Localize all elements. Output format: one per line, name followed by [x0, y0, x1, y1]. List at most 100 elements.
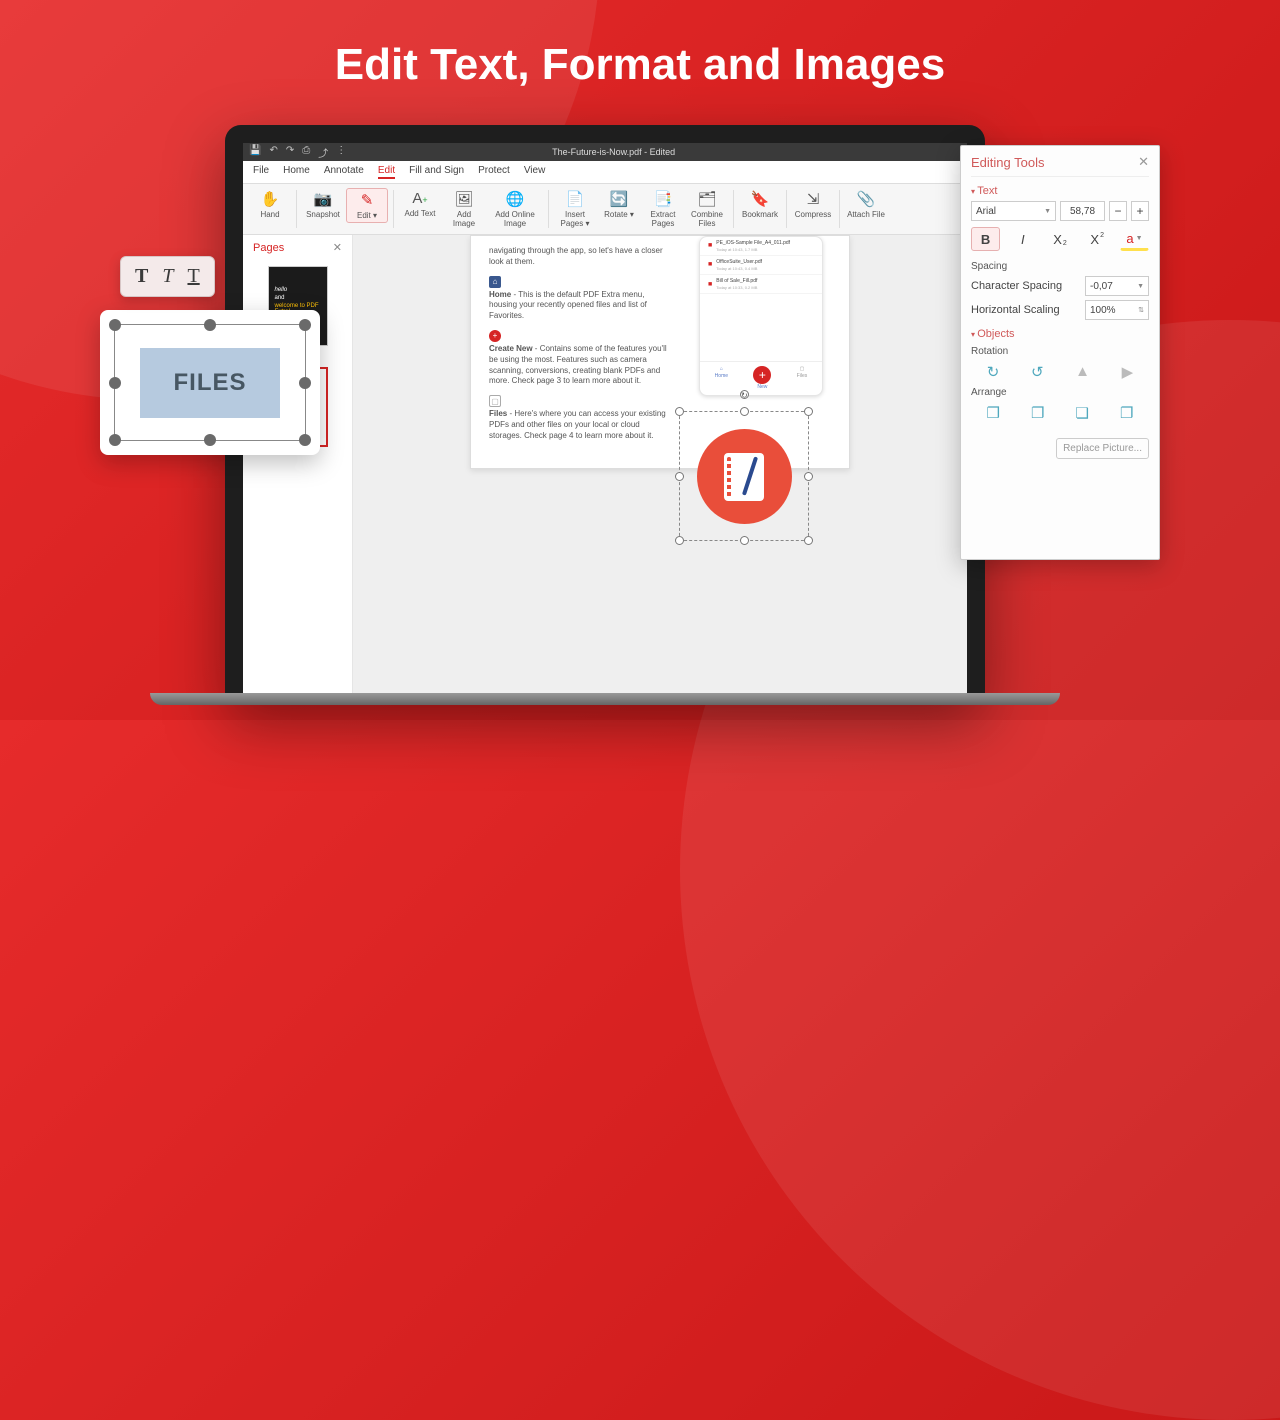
page-insert-icon: 📄 [566, 190, 585, 208]
phone-tab-files[interactable]: ▢Files [797, 366, 808, 391]
redo-icon[interactable]: ↷ [286, 145, 294, 160]
document-area: navigating through the app, so let's hav… [353, 235, 967, 705]
pages-title: Pages [253, 242, 284, 254]
ribbon-bookmark[interactable]: 🔖Bookmark [739, 188, 781, 221]
image-selection[interactable]: FILES [114, 324, 306, 441]
text-plus-icon: A+ [412, 190, 427, 207]
text-style-popup: T T T [120, 256, 215, 297]
pencil-icon: ✎ [361, 191, 374, 209]
camera-icon: 📷 [314, 190, 333, 208]
label-char-spacing: Character Spacing [971, 280, 1062, 292]
ribbon-extract[interactable]: 📑Extract Pages [642, 188, 684, 230]
menu-edit[interactable]: Edit [378, 165, 395, 179]
undo-icon[interactable]: ↶ [269, 145, 277, 160]
rotate-ccw-icon[interactable]: ↺ [1031, 363, 1044, 381]
font-family-select[interactable]: Arial▼ [971, 201, 1056, 221]
send-backward-icon[interactable]: ❏ [1076, 404, 1089, 422]
char-spacing-input[interactable]: -0,07▼ [1085, 276, 1149, 296]
image-plus-icon: 🖼 [454, 190, 473, 208]
ribbon-attach[interactable]: 📎Attach File [845, 188, 887, 221]
ribbon-compress[interactable]: ⇲Compress [792, 188, 834, 221]
flip-v-icon[interactable]: ▶ [1122, 363, 1134, 381]
send-back-icon[interactable]: ❐ [1120, 404, 1133, 422]
print-icon[interactable]: ⎙ [302, 145, 310, 160]
label-spacing: Spacing [971, 261, 1149, 272]
close-icon[interactable]: ✕ [1138, 154, 1149, 170]
paperclip-icon: 📎 [857, 190, 876, 208]
web-image-icon: 🌐 [506, 190, 525, 208]
pages-panel: Pages ✕ hello and welcome to PDF Extra! … [243, 235, 353, 705]
plus-icon: + [489, 330, 501, 342]
more-icon[interactable]: ⋮ [336, 145, 346, 160]
ribbon-add-image[interactable]: 🖼Add Image [443, 188, 485, 230]
font-size-decrease[interactable]: − [1109, 201, 1127, 221]
pdf-icon: ■ [708, 280, 712, 289]
text-bold-icon[interactable]: T [135, 265, 148, 288]
selected-image[interactable]: ↻ [679, 411, 809, 541]
title-bar: 💾 ↶ ↷ ⎙ ⤴ ⋮ The-Future-is-Now.pdf - Edit… [243, 143, 967, 161]
section-text[interactable]: Text [971, 185, 1149, 197]
menu-file[interactable]: File [253, 165, 269, 179]
phone-tab-home[interactable]: ⌂Home [715, 366, 728, 391]
superscript-button[interactable]: X2 [1083, 227, 1112, 251]
flip-h-icon[interactable]: ▲ [1075, 363, 1090, 381]
ribbon-add-online-image[interactable]: 🌐Add Online Image [487, 188, 543, 230]
ribbon: ✋Hand 📷Snapshot ✎Edit ▾ A+Add Text 🖼Add … [243, 184, 967, 235]
italic-button[interactable]: I [1008, 227, 1037, 251]
rotate-icon: 🔄 [610, 190, 629, 208]
font-size-input[interactable]: 58,78 [1060, 201, 1105, 221]
section-objects[interactable]: Objects [971, 328, 1149, 340]
highlight-button[interactable]: a▼ [1120, 227, 1149, 251]
laptop-frame: 💾 ↶ ↷ ⎙ ⤴ ⋮ The-Future-is-Now.pdf - Edit… [225, 125, 985, 705]
ribbon-edit[interactable]: ✎Edit ▾ [346, 188, 388, 223]
share-icon[interactable]: ⤴ [318, 145, 328, 160]
phone-tab-new[interactable]: +New [753, 366, 771, 391]
menu-bar: File Home Annotate Edit Fill and Sign Pr… [243, 161, 967, 184]
save-icon[interactable]: 💾 [249, 145, 261, 160]
label-arrange: Arrange [971, 387, 1149, 398]
hscaling-input[interactable]: 100%⇅ [1085, 300, 1149, 320]
menu-annotate[interactable]: Annotate [324, 165, 364, 179]
combine-icon: 🗂 [697, 190, 716, 208]
replace-picture-button[interactable]: Replace Picture... [1056, 438, 1149, 459]
menu-view[interactable]: View [524, 165, 546, 179]
files-selection-popup: FILES [100, 310, 320, 455]
menu-home[interactable]: Home [283, 165, 310, 179]
rotate-cw-icon[interactable]: ↻ [987, 363, 1000, 381]
chevron-down-icon: ▼ [1044, 208, 1051, 215]
close-icon[interactable]: ✕ [333, 241, 342, 254]
pdf-icon: ■ [708, 260, 712, 269]
ribbon-hand[interactable]: ✋Hand [249, 188, 291, 221]
folder-icon: ▢ [489, 395, 501, 407]
bookmark-icon: 🔖 [751, 190, 770, 208]
ribbon-rotate[interactable]: 🔄Rotate ▾ [598, 188, 640, 221]
editing-tools-panel: Editing Tools ✕ Text Arial▼ 58,78 − + B … [960, 145, 1160, 560]
subscript-button[interactable]: X2 [1045, 227, 1074, 251]
app-screen: 💾 ↶ ↷ ⎙ ⤴ ⋮ The-Future-is-Now.pdf - Edit… [243, 143, 967, 705]
font-size-increase[interactable]: + [1131, 201, 1149, 221]
bold-button[interactable]: B [971, 227, 1000, 251]
bring-forward-icon[interactable]: ❐ [1031, 404, 1044, 422]
menu-protect[interactable]: Protect [478, 165, 510, 179]
text-underline-icon[interactable]: T [187, 265, 199, 288]
ribbon-add-text[interactable]: A+Add Text [399, 188, 441, 220]
bring-front-icon[interactable]: ❒ [987, 404, 1000, 422]
document-page[interactable]: navigating through the app, so let's hav… [470, 235, 850, 469]
ribbon-insert-pages[interactable]: 📄Insert Pages ▾ [554, 188, 596, 230]
hand-icon: ✋ [261, 190, 280, 208]
files-label: FILES [140, 348, 280, 418]
ribbon-combine[interactable]: 🗂Combine Files [686, 188, 728, 230]
text-italic-icon[interactable]: T [162, 265, 173, 288]
home-icon: ⌂ [489, 276, 501, 288]
panel-title: Editing Tools [971, 155, 1044, 170]
compress-icon: ⇲ [807, 190, 820, 208]
label-rotation: Rotation [971, 346, 1149, 357]
window-title: The-Future-is-Now.pdf - Edited [552, 147, 675, 157]
phone-preview: ■PE_iOS-Sample File_A4_011.pdfToday at 1… [699, 236, 823, 396]
laptop-base [150, 693, 1060, 705]
menu-fillsign[interactable]: Fill and Sign [409, 165, 464, 179]
ribbon-snapshot[interactable]: 📷Snapshot [302, 188, 344, 221]
rotate-handle[interactable]: ↻ [740, 390, 749, 399]
extract-icon: 📑 [654, 190, 673, 208]
hero-title: Edit Text, Format and Images [0, 40, 1280, 90]
